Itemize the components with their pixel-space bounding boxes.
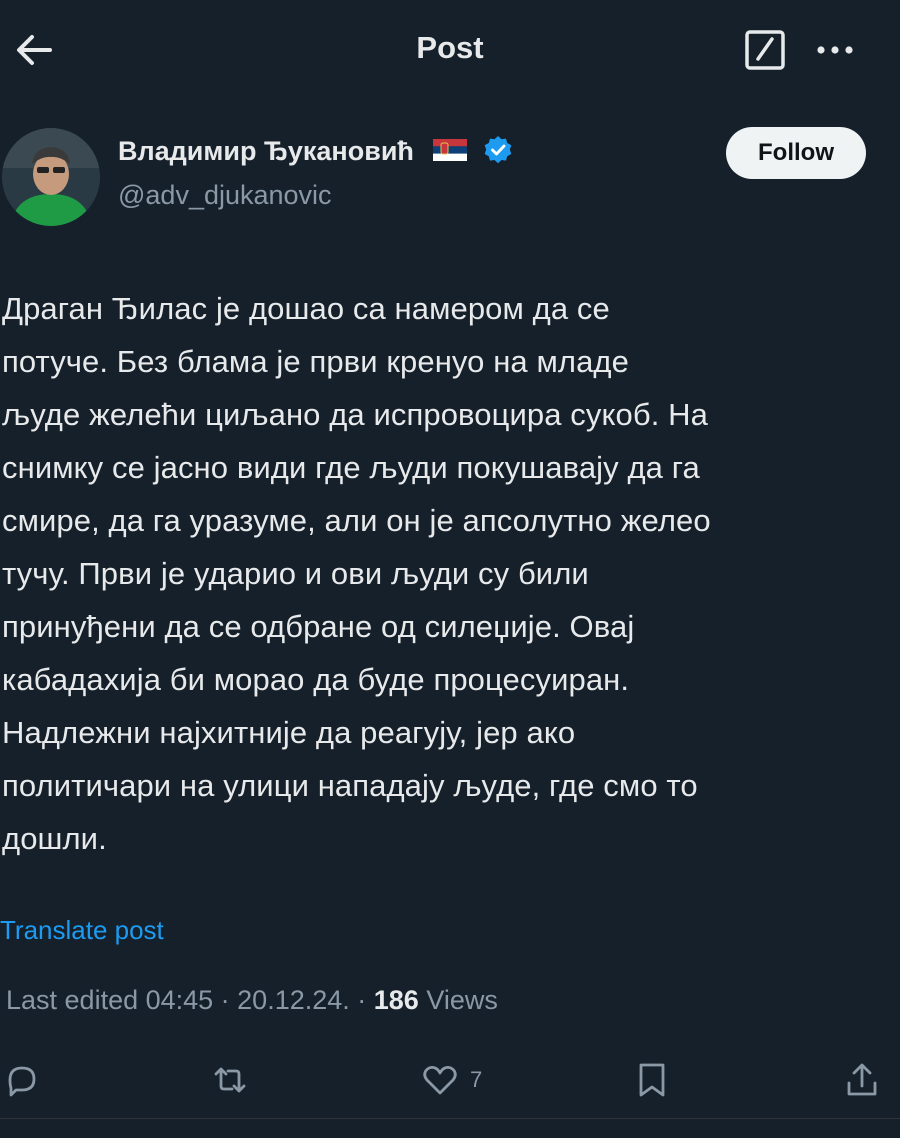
post-text-line: дошли.: [2, 821, 107, 856]
translate-post-link[interactable]: Translate post: [0, 915, 164, 946]
views-label[interactable]: Views: [419, 985, 498, 1015]
top-bar: Post: [0, 0, 900, 100]
divider: [0, 1118, 900, 1119]
author-handle[interactable]: @adv_djukanovic: [118, 180, 332, 211]
follow-button[interactable]: Follow: [726, 127, 866, 179]
bookmark-icon: [639, 1063, 665, 1097]
post-text-line: принуђени да се одбране од силеџије. Ова…: [2, 609, 635, 644]
like-button[interactable]: 7: [420, 1055, 482, 1105]
post-text-line: тучу. Први је ударио и ови људи су били: [2, 556, 589, 591]
post-text-line: Надлежни најхитније да реагују, јер ако: [2, 715, 576, 750]
post-text-line: кабадахија би морао да буде процесуиран.: [2, 662, 630, 697]
repost-icon: [214, 1067, 246, 1093]
avatar[interactable]: [2, 128, 100, 226]
post-text: Драган Ђилас је дошао са намером да се п…: [2, 282, 897, 865]
post-text-line: потуче. Без блама је први кренуо на млад…: [2, 344, 629, 379]
post-text-line: снимку се јасно види где људи покушавају…: [2, 450, 700, 485]
post-text-line: људе желећи циљано да испровоцира сукоб.…: [2, 397, 708, 432]
share-button[interactable]: [842, 1055, 882, 1105]
heart-icon: [423, 1066, 457, 1095]
meta-separator: ·: [349, 985, 374, 1015]
repost-button[interactable]: [210, 1055, 250, 1105]
reply-button[interactable]: [2, 1055, 42, 1105]
reply-icon: [8, 1066, 36, 1097]
more-options-icon[interactable]: [812, 32, 858, 68]
bookmark-button[interactable]: [632, 1055, 672, 1105]
edit-icon[interactable]: [742, 27, 788, 73]
action-bar: 7: [0, 1055, 900, 1105]
views-count[interactable]: 186: [374, 985, 419, 1015]
serbian-flag-icon: [433, 138, 468, 161]
author-name[interactable]: Владимир Ђукановић: [118, 136, 414, 166]
post-text-line: Драган Ђилас је дошао са намером да се: [2, 291, 610, 326]
post-text-line: политичари на улици нападају људе, где с…: [2, 768, 698, 803]
post-meta: Last edited 04:45 · 20.12.24. · 186 View…: [6, 985, 498, 1016]
verified-badge-icon: [484, 135, 512, 164]
edited-timestamp[interactable]: Last edited 04:45 · 20.12.24.: [6, 985, 350, 1015]
post-text-line: смире, да га уразуме, али он је апсолутн…: [2, 503, 711, 538]
share-icon: [847, 1063, 877, 1096]
like-count: 7: [470, 1067, 483, 1092]
author-name-row[interactable]: Владимир Ђукановић: [118, 135, 513, 168]
